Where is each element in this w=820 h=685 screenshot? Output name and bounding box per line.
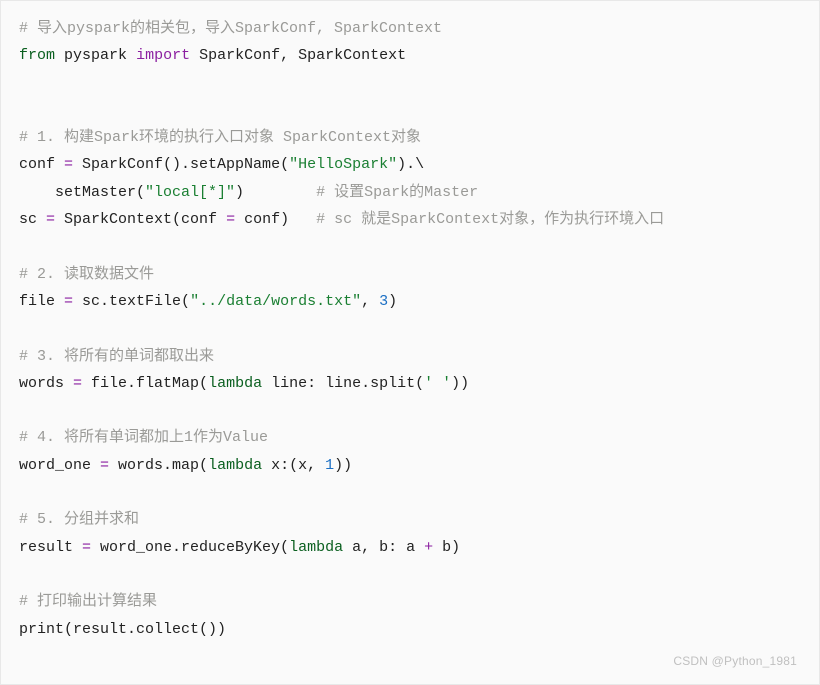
operator-eq: = bbox=[82, 539, 91, 556]
string-literal: "local[*]" bbox=[145, 184, 235, 201]
arg: conf) bbox=[235, 211, 316, 228]
lambda-body: b) bbox=[433, 539, 460, 556]
call-chain: SparkConf().setAppName( bbox=[73, 156, 289, 173]
watermark: CSDN @Python_1981 bbox=[673, 654, 797, 668]
comment: # 5. 分组并求和 bbox=[19, 511, 139, 528]
operator-eq: = bbox=[64, 293, 73, 310]
variable: sc bbox=[19, 211, 46, 228]
lambda-body: line: line.split( bbox=[262, 375, 424, 392]
operator-eq: = bbox=[100, 457, 109, 474]
operator-eq: = bbox=[46, 211, 55, 228]
paren-close: ) bbox=[388, 293, 397, 310]
comma: , bbox=[361, 293, 379, 310]
operator-plus: + bbox=[424, 539, 433, 556]
keyword-lambda: lambda bbox=[289, 539, 343, 556]
comment: # 3. 将所有的单词都取出来 bbox=[19, 348, 214, 365]
keyword-import: import bbox=[136, 47, 190, 64]
comment: # 导入pyspark的相关包，导入SparkConf, SparkContex… bbox=[19, 20, 442, 37]
comment: # sc 就是SparkContext对象，作为执行环境入口 bbox=[316, 211, 664, 228]
builtin-print: print bbox=[19, 621, 64, 638]
comment: # 4. 将所有单词都加上1作为Value bbox=[19, 429, 268, 446]
variable: conf bbox=[19, 156, 64, 173]
paren-close: )) bbox=[451, 375, 469, 392]
variable: word_one bbox=[19, 457, 100, 474]
keyword-from: from bbox=[19, 47, 55, 64]
number-literal: 3 bbox=[379, 293, 388, 310]
call: words.map( bbox=[109, 457, 208, 474]
keyword-lambda: lambda bbox=[208, 375, 262, 392]
call: sc.textFile( bbox=[73, 293, 190, 310]
call-args: (result.collect()) bbox=[64, 621, 226, 638]
variable: result bbox=[19, 539, 82, 556]
comment: # 1. 构建Spark环境的执行入口对象 SparkContext对象 bbox=[19, 129, 421, 146]
string-literal: ' ' bbox=[424, 375, 451, 392]
comment: # 打印输出计算结果 bbox=[19, 593, 157, 610]
call: file.flatMap( bbox=[82, 375, 208, 392]
lambda-body: x:(x, bbox=[262, 457, 325, 474]
paren-close: ) bbox=[235, 184, 316, 201]
variable: words bbox=[19, 375, 73, 392]
module-name: pyspark bbox=[64, 47, 127, 64]
comment: # 设置Spark的Master bbox=[316, 184, 478, 201]
number-literal: 1 bbox=[325, 457, 334, 474]
code-block: # 导入pyspark的相关包，导入SparkConf, SparkContex… bbox=[1, 1, 819, 657]
operator-eq: = bbox=[226, 211, 235, 228]
string-literal: "HelloSpark" bbox=[289, 156, 397, 173]
paren-close: )) bbox=[334, 457, 352, 474]
call: word_one.reduceByKey( bbox=[91, 539, 289, 556]
variable: file bbox=[19, 293, 64, 310]
keyword-lambda: lambda bbox=[208, 457, 262, 474]
comment: # 2. 读取数据文件 bbox=[19, 266, 154, 283]
call: SparkContext(conf bbox=[55, 211, 226, 228]
line-continuation: ).\ bbox=[397, 156, 424, 173]
import-names: SparkConf, SparkContext bbox=[199, 47, 406, 64]
operator-eq: = bbox=[64, 156, 73, 173]
operator-eq: = bbox=[73, 375, 82, 392]
call-chain: setMaster( bbox=[19, 184, 145, 201]
string-literal: "../data/words.txt" bbox=[190, 293, 361, 310]
lambda-args: a, b: a bbox=[343, 539, 424, 556]
